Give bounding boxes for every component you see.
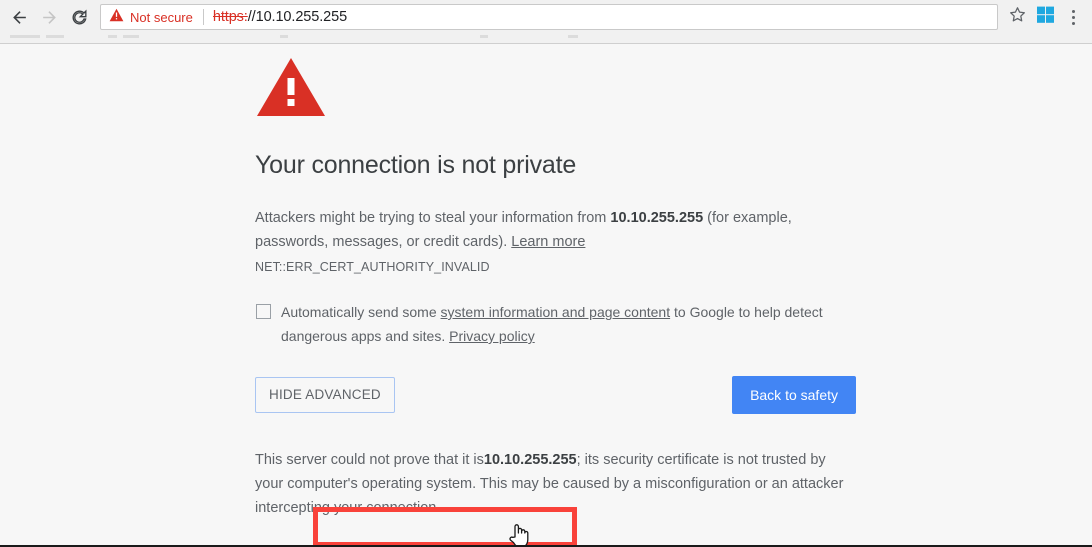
advanced-host: 10.10.255.255 — [483, 452, 577, 468]
system-info-link[interactable]: system information and page content — [441, 304, 671, 320]
send-info-checkbox[interactable] — [256, 304, 271, 319]
page-title: Your connection is not private — [255, 151, 577, 179]
warning-paragraph: Attackers might be trying to steal your … — [255, 206, 815, 254]
learn-more-link[interactable]: Learn more — [511, 234, 585, 250]
windows-button[interactable] — [1034, 5, 1058, 29]
advanced-section: This server could not prove that it is10… — [255, 448, 855, 547]
three-dot-menu-icon — [1071, 8, 1075, 26]
optin-row: Automatically send some system informati… — [255, 300, 855, 348]
bookmark-item[interactable] — [568, 35, 578, 38]
arrow-right-icon — [40, 8, 59, 27]
advanced-paragraph: This server could not prove that it is10… — [255, 448, 851, 520]
privacy-policy-link[interactable]: Privacy policy — [449, 328, 535, 344]
url-scheme: https: — [212, 9, 248, 25]
back-to-safety-button[interactable]: Back to safety — [732, 376, 856, 414]
url-text[interactable]: https://10.10.255.255 — [213, 9, 991, 25]
bookmark-item[interactable] — [108, 35, 117, 38]
bookmark-item[interactable] — [280, 35, 288, 38]
omnibox-divider — [202, 9, 204, 25]
arrow-left-icon — [10, 8, 29, 27]
browser-toolbar: Not secure https://10.10.255.255 — [0, 0, 1092, 34]
back-button[interactable] — [4, 2, 34, 32]
url-host: //10.10.255.255 — [247, 9, 348, 25]
address-bar[interactable]: Not secure https://10.10.255.255 — [100, 4, 998, 30]
security-status-chip[interactable]: Not secure — [109, 8, 193, 27]
warning-triangle-icon — [255, 56, 327, 118]
page-viewport: Your connection is not private Attackers… — [0, 43, 1092, 547]
not-secure-label: Not secure — [130, 9, 193, 25]
optin-text-part1: Automatically send some — [281, 304, 441, 320]
bookmark-item[interactable] — [480, 35, 488, 38]
bookmark-item[interactable] — [46, 35, 64, 38]
warning-triangle-icon — [109, 8, 124, 27]
button-row: HIDE ADVANCED Back to safety — [255, 376, 856, 414]
browser-window: Not secure https://10.10.255.255 Your co… — [0, 0, 1092, 547]
windows-icon — [1037, 6, 1055, 29]
bookmark-button[interactable] — [1006, 6, 1028, 28]
forward-button[interactable] — [34, 2, 64, 32]
browser-menu-button[interactable] — [1060, 4, 1086, 30]
paragraph-host: 10.10.255.255 — [610, 210, 704, 226]
optin-label: Automatically send some system informati… — [281, 300, 826, 348]
bookmark-item[interactable] — [10, 35, 40, 38]
bookmarks-bar[interactable] — [0, 34, 1092, 43]
hide-advanced-button[interactable]: HIDE ADVANCED — [255, 377, 395, 413]
bookmark-item[interactable] — [123, 35, 139, 38]
error-code: NET::ERR_CERT_AUTHORITY_INVALID — [255, 260, 490, 274]
paragraph-part1: Attackers might be trying to steal your … — [255, 210, 611, 226]
bookmark-star-icon — [1008, 5, 1027, 29]
reload-button[interactable] — [64, 2, 94, 32]
reload-icon — [70, 8, 89, 27]
ssl-interstitial: Your connection is not private Attackers… — [255, 44, 856, 547]
advanced-part1: This server could not prove that it is — [255, 452, 484, 468]
